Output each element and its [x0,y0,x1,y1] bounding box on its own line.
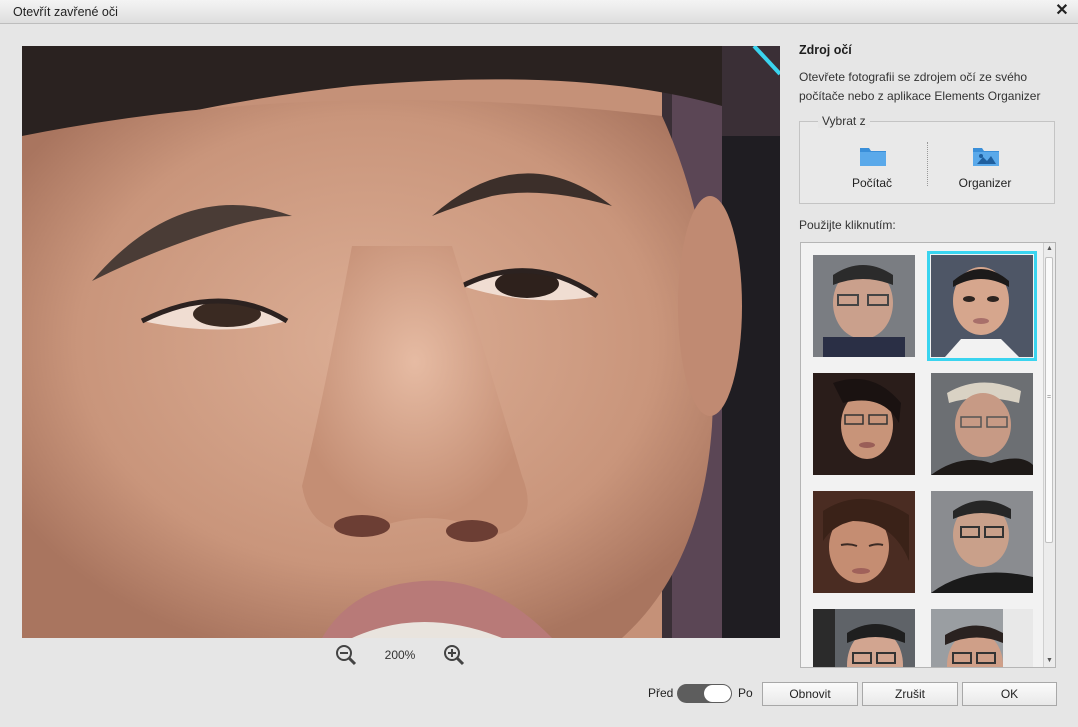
eye-source-heading: Zdroj očí [799,43,852,57]
zoom-in-icon[interactable] [443,644,465,666]
toggle-before-label: Před [648,686,674,700]
computer-button[interactable]: Počítač [827,140,917,196]
window-title: Otevřít zavřené oči [13,5,118,19]
folder-icon [859,144,887,168]
photo-folder-icon [972,144,1000,168]
face-preview-image [22,46,780,638]
organizer-button[interactable]: Organizer [940,140,1030,196]
computer-label: Počítač [851,176,893,190]
ok-button[interactable]: OK [962,682,1057,706]
zoom-controls: 200% [335,643,470,667]
thumbnail-4[interactable] [931,373,1033,475]
cancel-button[interactable]: Zrušit [862,682,958,706]
eye-source-description: Otevřete fotografii se zdrojem očí ze sv… [799,70,1041,103]
reset-button[interactable]: Obnovit [762,682,858,706]
scroll-down-icon[interactable]: ▼ [1044,655,1055,667]
thumbnail-1[interactable] [813,255,915,357]
close-icon[interactable]: ✕ [1054,3,1070,19]
toggle-after-label: Po [738,686,753,700]
thumbnail-3[interactable] [813,373,915,475]
scroll-up-icon[interactable]: ▲ [1044,243,1055,255]
organizer-label: Organizer [958,176,1012,190]
toggle-knob [704,685,731,702]
thumbnail-5[interactable] [813,491,915,593]
thumbnail-6[interactable] [931,491,1033,593]
source-legend: Vybrat z [818,114,870,128]
source-group: Vybrat z Počítač Organizer [799,114,1055,204]
thumbnail-2[interactable] [927,251,1037,361]
zoom-out-icon[interactable] [335,644,357,666]
source-divider [927,142,928,186]
thumbnail-list: ▲ = ▼ [800,242,1056,668]
scroll-grip-icon: = [1047,394,1052,401]
pick-label: Použijte kliknutím: [799,218,896,232]
title-bar: Otevřít zavřené oči ✕ [0,0,1078,24]
thumbnail-8[interactable] [931,609,1033,667]
before-after-toggle[interactable] [677,684,732,703]
photo-preview[interactable] [22,46,780,638]
thumbnail-scrollbar[interactable]: ▲ = ▼ [1043,243,1055,667]
zoom-level: 200% [384,648,416,662]
scroll-thumb[interactable]: = [1045,257,1053,543]
thumbnail-7[interactable] [813,609,915,667]
